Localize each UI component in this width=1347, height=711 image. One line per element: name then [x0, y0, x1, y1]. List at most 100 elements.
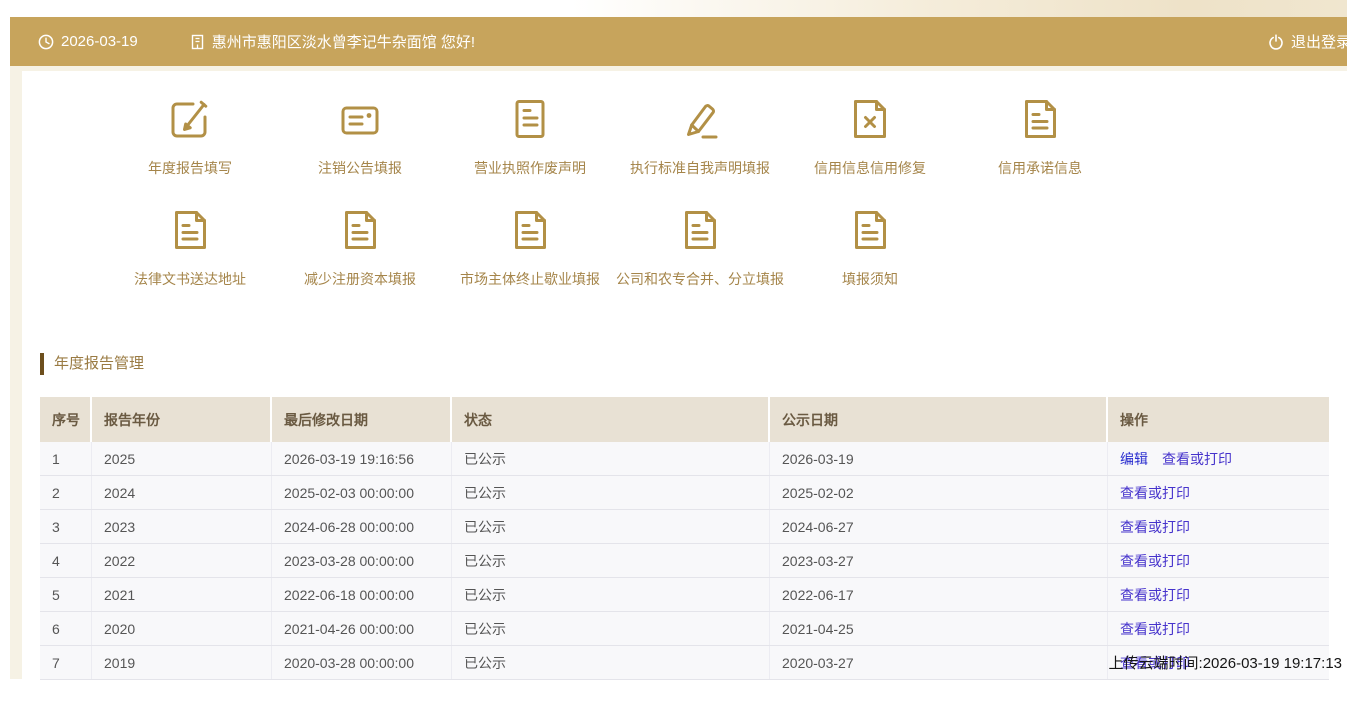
table-row: 420222023-03-28 00:00:00已公示2023-03-27查看或… [40, 544, 1329, 578]
organization-icon [190, 34, 205, 50]
page-top-texture [10, 0, 1347, 17]
quick-action-doc-folded[interactable]: 公司和农专合并、分立填报 [615, 206, 785, 289]
status: 已公示 [452, 510, 770, 543]
power-icon [1268, 34, 1284, 50]
view-or-print-link[interactable]: 查看或打印 [1120, 483, 1190, 503]
row-number: 3 [40, 510, 92, 543]
logout-label: 退出登录 [1291, 31, 1347, 52]
last-modified-date: 2022-06-18 00:00:00 [272, 578, 452, 611]
row-number: 5 [40, 578, 92, 611]
quick-action-doc-folded[interactable]: 法律文书送达地址 [105, 206, 275, 289]
quick-actions-row-1: 年度报告填写 注销公告填报营业执照作废声明 执行标准自我声明填报 信用信息信用修复 信用… [105, 95, 1347, 178]
quick-action-label: 减少注册资本填报 [304, 269, 416, 289]
operations-cell: 查看或打印 [1108, 544, 1329, 577]
table-body: 120252026-03-19 19:16:56已公示2026-03-19编辑查… [40, 442, 1329, 680]
quick-action-label: 填报须知 [842, 269, 898, 289]
table-header-row: 序号报告年份最后修改日期状态公示日期操作 [40, 397, 1329, 442]
view-or-print-link[interactable]: 查看或打印 [1120, 551, 1190, 571]
report-year: 2022 [92, 544, 272, 577]
operations-cell: 查看或打印 [1108, 612, 1329, 645]
publish-date: 2024-06-27 [770, 510, 1108, 543]
status: 已公示 [452, 442, 770, 475]
row-number: 4 [40, 544, 92, 577]
row-number: 6 [40, 612, 92, 645]
annual-report-section: 年度报告管理 序号报告年份最后修改日期状态公示日期操作 120252026-03… [40, 353, 1347, 680]
quick-action-doc-folded[interactable]: 市场主体终止歇业填报 [445, 206, 615, 289]
table-row: 220242025-02-03 00:00:00已公示2025-02-02查看或… [40, 476, 1329, 510]
operations-cell: 编辑查看或打印 [1108, 442, 1329, 475]
report-year: 2020 [92, 612, 272, 645]
operations-cell: 查看或打印 [1108, 578, 1329, 611]
quick-action-doc-folded[interactable]: 信用承诺信息 [955, 95, 1125, 178]
publish-date: 2026-03-19 [770, 442, 1108, 475]
operations-cell: 查看或打印 [1108, 476, 1329, 509]
report-year: 2023 [92, 510, 272, 543]
quick-action-label: 年度报告填写 [148, 158, 232, 178]
report-year: 2024 [92, 476, 272, 509]
last-modified-date: 2023-03-28 00:00:00 [272, 544, 452, 577]
logout-button[interactable]: 退出登录 [1268, 31, 1347, 52]
column-header: 状态 [452, 397, 770, 442]
annual-report-table: 序号报告年份最后修改日期状态公示日期操作 120252026-03-19 19:… [40, 397, 1329, 680]
status: 已公示 [452, 578, 770, 611]
column-header: 报告年份 [92, 397, 272, 442]
view-or-print-link[interactable]: 查看或打印 [1162, 449, 1232, 469]
view-or-print-link[interactable]: 查看或打印 [1120, 517, 1190, 537]
last-modified-date: 2026-03-19 19:16:56 [272, 442, 452, 475]
quick-action-label: 营业执照作废声明 [474, 158, 586, 178]
row-number: 2 [40, 476, 92, 509]
quick-action-doc-folded[interactable]: 减少注册资本填报 [275, 206, 445, 289]
quick-action-doc-x[interactable]: 信用信息信用修复 [785, 95, 955, 178]
view-or-print-link[interactable]: 查看或打印 [1120, 619, 1190, 639]
report-year: 2019 [92, 646, 272, 679]
quick-action-card-note[interactable]: 注销公告填报 [275, 95, 445, 178]
report-year: 2025 [92, 442, 272, 475]
section-title: 年度报告管理 [40, 353, 1347, 375]
quick-action-label: 信用信息信用修复 [814, 158, 926, 178]
report-year: 2021 [92, 578, 272, 611]
pencil-underline-icon [676, 95, 724, 143]
column-header: 操作 [1108, 397, 1329, 442]
quick-action-label: 公司和农专合并、分立填报 [616, 269, 784, 289]
clock-icon [38, 34, 54, 50]
quick-actions-grid: 年度报告填写 注销公告填报营业执照作废声明 执行标准自我声明填报 信用信息信用修复 信用… [22, 71, 1347, 289]
view-or-print-link[interactable]: 查看或打印 [1120, 585, 1190, 605]
publish-date: 2023-03-27 [770, 544, 1108, 577]
column-header: 最后修改日期 [272, 397, 452, 442]
upload-cloud-timestamp: 上传云端时间:2026-03-19 19:17:13 [1109, 652, 1342, 673]
last-modified-date: 2025-02-03 00:00:00 [272, 476, 452, 509]
logged-in-entity: 惠州市惠阳区淡水曾李记牛杂面馆 您好! [190, 31, 475, 52]
edit-link[interactable]: 编辑 [1120, 449, 1148, 469]
doc-lines-icon [506, 95, 554, 143]
publish-date: 2020-03-27 [770, 646, 1108, 679]
publish-date: 2021-04-25 [770, 612, 1108, 645]
quick-action-doc-folded[interactable]: 填报须知 [785, 206, 955, 289]
doc-folded-icon [676, 206, 724, 254]
table-row: 620202021-04-26 00:00:00已公示2021-04-25 查看或… [40, 612, 1329, 646]
status: 已公示 [452, 612, 770, 645]
status: 已公示 [452, 646, 770, 679]
doc-folded-icon [336, 206, 384, 254]
doc-folded-icon [846, 206, 894, 254]
quick-action-edit-square[interactable]: 年度报告填写 [105, 95, 275, 178]
quick-action-doc-lines[interactable]: 营业执照作废声明 [445, 95, 615, 178]
top-bar: 2026-03-19 惠州市惠阳区淡水曾李记牛杂面馆 您好! 退出登录 [10, 17, 1347, 66]
last-modified-date: 2024-06-28 00:00:00 [272, 510, 452, 543]
page-background: 2026-03-19 惠州市惠阳区淡水曾李记牛杂面馆 您好! 退出登录 年 [10, 0, 1347, 679]
table-row: 120252026-03-19 19:16:56已公示2026-03-19编辑查… [40, 442, 1329, 476]
current-date: 2026-03-19 [38, 33, 138, 50]
row-number: 7 [40, 646, 92, 679]
last-modified-date: 2021-04-26 00:00:00 [272, 612, 452, 645]
column-header: 公示日期 [770, 397, 1108, 442]
quick-action-label: 执行标准自我声明填报 [630, 158, 770, 178]
doc-folded-icon [166, 206, 214, 254]
doc-folded-icon [506, 206, 554, 254]
main-content-card: 年度报告填写 注销公告填报营业执照作废声明 执行标准自我声明填报 信用信息信用修复 信用… [22, 71, 1347, 711]
operations-cell: 查看或打印 [1108, 510, 1329, 543]
quick-action-pencil-underline[interactable]: 执行标准自我声明填报 [615, 95, 785, 178]
doc-folded-icon [1016, 95, 1064, 143]
quick-action-label: 法律文书送达地址 [134, 269, 246, 289]
column-header: 序号 [40, 397, 92, 442]
last-modified-date: 2020-03-28 00:00:00 [272, 646, 452, 679]
date-text: 2026-03-19 [61, 33, 138, 50]
